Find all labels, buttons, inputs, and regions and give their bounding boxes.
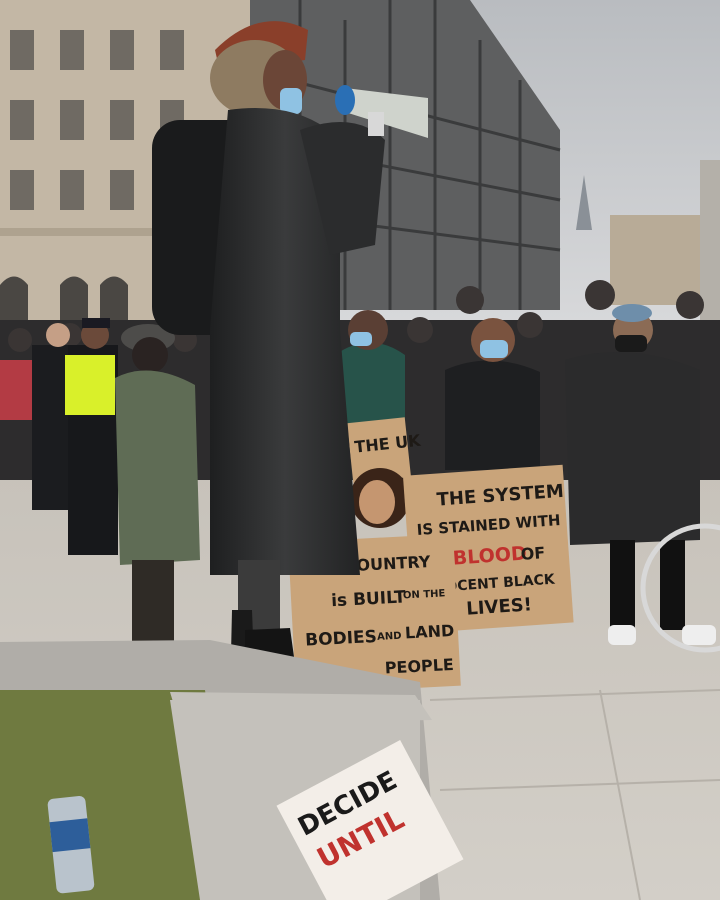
sign-country-line-6: LAND xyxy=(404,621,454,643)
kneeling-person xyxy=(350,468,410,528)
sign-country-line-4: BODIES xyxy=(305,627,378,651)
sign-country-line-2: is BUILT xyxy=(331,587,407,611)
photo-canvas: THE UK THE SYSTEM IS STAINED WITH BLOOD … xyxy=(0,0,720,900)
sign-country-line-7: PEOPLE xyxy=(384,655,454,678)
sign-country-line-5: AND xyxy=(377,631,402,643)
sign-country-line-3: ON THE xyxy=(403,588,446,601)
protest-photo: THE UK THE SYSTEM IS STAINED WITH BLOOD … xyxy=(0,0,720,900)
sign-system-line-4: OF xyxy=(520,543,546,564)
